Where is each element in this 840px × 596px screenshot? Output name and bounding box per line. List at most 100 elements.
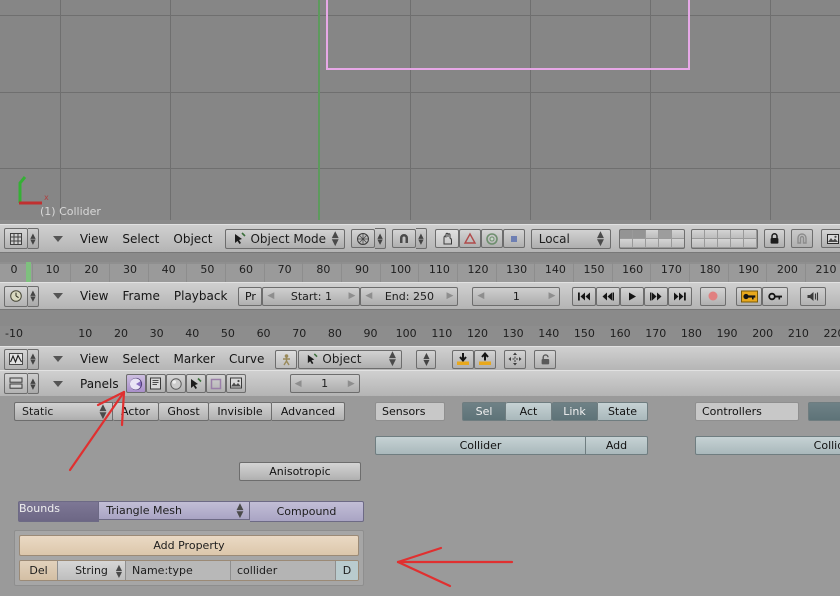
layer-button[interactable]	[632, 229, 646, 239]
buttons-frame-field[interactable]: ◀ 1 ▶	[289, 374, 360, 393]
jump-to-end-button[interactable]	[668, 286, 693, 306]
start-frame-field[interactable]: ◀ Start: 1 ▶	[262, 286, 361, 306]
controller-filter-button[interactable]	[808, 402, 840, 421]
bounds-type-dropdown[interactable]: Triangle Mesh ▲ ▼	[99, 501, 251, 520]
layer-button[interactable]	[731, 229, 745, 239]
jump-to-start-button[interactable]	[572, 286, 597, 306]
key-up-button[interactable]	[474, 349, 497, 369]
menu-frame[interactable]: Frame	[115, 286, 166, 306]
key-button[interactable]	[762, 286, 789, 306]
key-down-button[interactable]	[452, 349, 475, 369]
layer-button[interactable]	[619, 229, 633, 239]
end-frame-field[interactable]: ◀ End: 250 ▶	[360, 286, 459, 306]
add-property-button[interactable]: Add Property	[19, 535, 359, 556]
header-collapse-icon[interactable]	[53, 356, 63, 362]
menu-marker[interactable]: Marker	[167, 349, 222, 369]
layer-button[interactable]	[744, 238, 758, 248]
physics-type-dropdown[interactable]: Static ▲ ▼	[14, 402, 113, 421]
render-button[interactable]	[821, 229, 840, 248]
3d-viewport[interactable]: x (1) Collider	[0, 0, 840, 220]
magnet-toggle-button[interactable]	[791, 229, 814, 248]
logic-context-button[interactable]	[125, 374, 146, 393]
anisotropic-button[interactable]: Anisotropic	[239, 462, 361, 481]
menu-select[interactable]: Select	[115, 349, 166, 369]
layer-button[interactable]	[692, 229, 706, 239]
layer-button[interactable]	[658, 229, 672, 239]
property-debug-toggle[interactable]: D	[336, 561, 358, 580]
sound-button[interactable]	[800, 286, 827, 306]
layer-button[interactable]	[671, 238, 685, 248]
layer-button[interactable]	[632, 238, 646, 248]
pin-button[interactable]	[275, 349, 298, 369]
layer-button[interactable]	[718, 238, 732, 248]
layer-button[interactable]	[692, 238, 706, 248]
sensor-collider-button[interactable]: Collider	[375, 436, 586, 455]
shading-context-button[interactable]	[165, 374, 186, 393]
editor-type-pulldown[interactable]: ▲ ▼	[27, 228, 39, 249]
play-button[interactable]	[620, 286, 645, 306]
ipo-curve-editor-icon[interactable]	[4, 348, 28, 370]
property-type-dropdown[interactable]: String ▲ ▼	[58, 561, 126, 580]
buttons-editor-icon[interactable]	[4, 373, 28, 394]
script-context-button[interactable]	[145, 374, 166, 393]
menu-object[interactable]: Object	[166, 229, 219, 249]
layer-button[interactable]	[718, 229, 732, 239]
snap-pulldown[interactable]: ▲ ▼	[416, 228, 427, 249]
editing-context-button[interactable]	[205, 374, 226, 393]
sensor-filter-link[interactable]: Link	[552, 402, 598, 421]
timeline-ruler[interactable]: 0 10 20 30 40 50 60 70 80 90 100 110 120 130 140 150 160…	[0, 262, 840, 283]
sensor-add-button[interactable]: Add	[586, 436, 648, 455]
viewport-shading-button[interactable]	[351, 229, 376, 248]
menu-view[interactable]: View	[73, 349, 115, 369]
move-manipulator-button[interactable]	[502, 229, 525, 248]
bounds-toggle[interactable]: Bounds	[18, 501, 100, 522]
lock-layer-button[interactable]	[764, 229, 786, 248]
spin-button[interactable]: ▲ ▼	[416, 349, 437, 369]
editor-type-pulldown[interactable]: ▲ ▼	[28, 348, 39, 370]
header-collapse-icon[interactable]	[52, 235, 63, 242]
layer-button[interactable]	[645, 229, 659, 239]
step-forward-button[interactable]	[644, 286, 669, 306]
lock-button[interactable]	[534, 349, 557, 369]
insert-key-button[interactable]	[736, 286, 763, 306]
menu-select[interactable]: Select	[115, 229, 166, 249]
menu-view[interactable]: View	[73, 286, 115, 306]
controller-collide-button[interactable]: Collide	[695, 436, 840, 455]
layer-button[interactable]	[645, 238, 659, 248]
header-collapse-icon[interactable]	[53, 380, 63, 387]
menu-playback[interactable]: Playback	[167, 286, 235, 306]
selected-object-outline[interactable]	[326, 0, 690, 70]
current-frame-field[interactable]: ◀ 1 ▶	[472, 286, 561, 306]
scale-manipulator-button[interactable]	[480, 229, 503, 248]
compound-toggle[interactable]: Compound	[250, 501, 364, 522]
record-button[interactable]	[700, 286, 727, 306]
snap-button[interactable]	[392, 229, 416, 248]
toggle-ghost[interactable]: Ghost	[159, 402, 209, 421]
header-collapse-icon[interactable]	[53, 293, 63, 299]
toggle-advanced[interactable]: Advanced	[272, 402, 345, 421]
layers-group-2[interactable]	[691, 228, 759, 249]
datablock-dropdown[interactable]: Object ▲ ▼	[298, 349, 403, 369]
layers-group-1[interactable]	[618, 228, 686, 249]
property-delete-button[interactable]: Del	[20, 561, 58, 580]
step-back-button[interactable]	[596, 286, 621, 306]
editor-type-pulldown[interactable]: ▲ ▼	[28, 373, 39, 394]
sensor-filter-sel[interactable]: Sel	[462, 402, 506, 421]
transform-orientation-dropdown[interactable]: Local ▲ ▼	[530, 228, 611, 249]
scene-context-button[interactable]	[225, 374, 246, 393]
rotate-manipulator-button[interactable]	[458, 229, 481, 248]
ipo-ruler[interactable]: -10 10 20 30 40 50 60 70 80 90 100 110 120 130 140 150 1…	[0, 326, 840, 347]
property-value-field[interactable]: collider	[231, 561, 336, 580]
sensor-filter-state[interactable]: State	[598, 402, 648, 421]
property-name-field[interactable]: Name:type	[126, 561, 231, 580]
menu-panels[interactable]: Panels	[73, 374, 126, 394]
layer-button[interactable]	[658, 238, 672, 248]
layer-button[interactable]	[671, 229, 685, 239]
clock-editor-icon[interactable]	[4, 285, 28, 307]
mode-dropdown[interactable]: Object Mode ▲ ▼	[225, 228, 346, 249]
shading-pulldown[interactable]: ▲ ▼	[375, 228, 387, 249]
pr-button[interactable]: Pr	[238, 286, 263, 306]
toggle-actor[interactable]: Actor	[113, 402, 159, 421]
layer-button[interactable]	[744, 229, 758, 239]
pivot-hand-button[interactable]	[434, 229, 459, 248]
